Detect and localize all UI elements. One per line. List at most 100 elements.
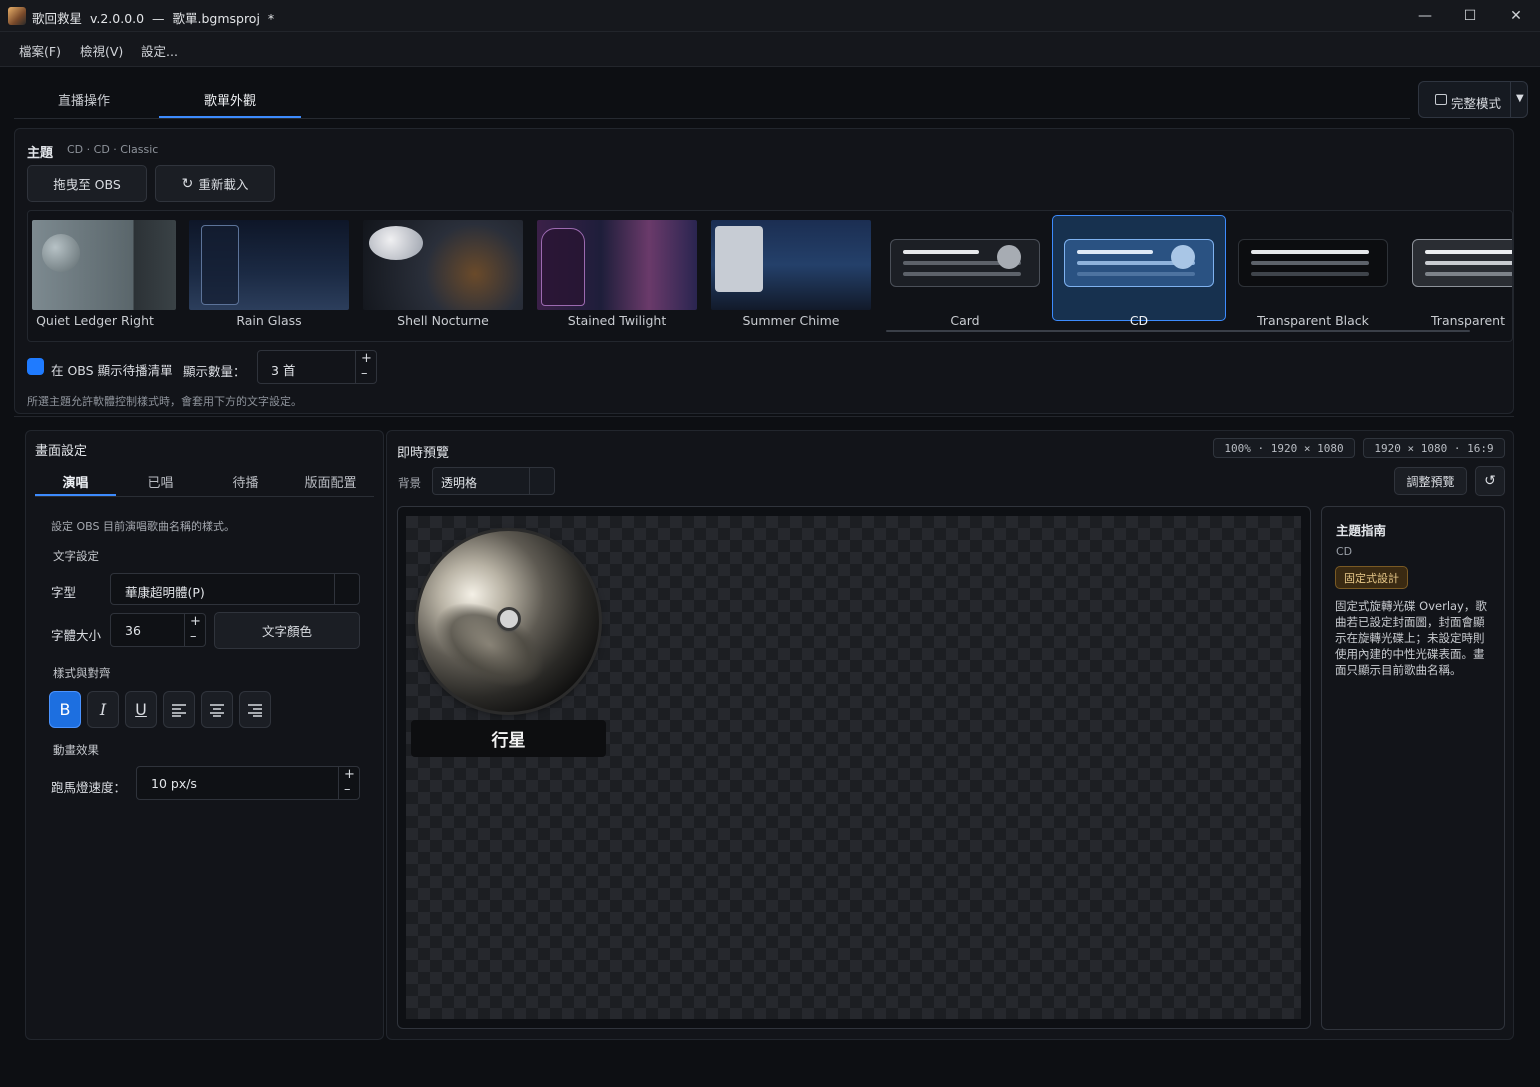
minimize-button[interactable]: — [1402, 0, 1448, 32]
disc-icon [1171, 245, 1195, 269]
active-subtab-indicator [35, 494, 116, 496]
close-icon: ✕ [1510, 8, 1522, 24]
subtab-singing[interactable]: 演唱 [33, 472, 118, 491]
theme-gallery: Quiet Ledger Right Rain Glass Shell Noct… [27, 210, 1513, 342]
drag-to-obs-button[interactable]: 拖曳至 OBS [27, 165, 147, 202]
count-value: 3 首 [271, 363, 296, 378]
tab-playlist-appearance[interactable]: 歌單外觀 [204, 90, 256, 109]
reload-icon: ↻ [181, 175, 194, 192]
marquee-value: 10 px/s [151, 776, 197, 791]
increment-icon[interactable]: + [344, 767, 355, 782]
align-center-icon [210, 703, 224, 717]
theme-name: Transparent W [1431, 313, 1508, 328]
size-label: 字體大小 [51, 628, 102, 643]
decrement-icon[interactable]: – [361, 366, 368, 381]
fixed-design-badge: 固定式設計 [1335, 566, 1408, 589]
theme-name: Stained Twilight [567, 313, 667, 328]
font-value: 華康超明體(P) [125, 585, 205, 600]
font-size-spinbox[interactable]: 36 + – [110, 613, 206, 647]
marquee-speed-spinbox[interactable]: 10 px/s + – [136, 766, 360, 800]
mode-separator [1510, 82, 1511, 117]
text-color-button[interactable]: 文字顏色 [214, 612, 360, 649]
theme-name: Summer Chime [742, 313, 840, 328]
current-song-title: 行星 [491, 731, 526, 751]
chevron-down-icon[interactable]: ▼ [1516, 93, 1524, 104]
shell-art [369, 226, 423, 260]
style-align-heading: 樣式與對齊 [53, 666, 111, 680]
theme-preview-card[interactable] [890, 239, 1040, 287]
reset-icon: ↺ [1484, 473, 1496, 489]
theme-thumb-stained-twilight[interactable] [537, 220, 697, 310]
menu-view[interactable]: 檢視(V) [80, 41, 123, 60]
theme-preview-cd[interactable] [1064, 239, 1214, 287]
playlist-card-art [715, 226, 763, 292]
mode-dropdown-button[interactable]: 完整模式 ▼ [1418, 81, 1528, 118]
menu-bar [0, 32, 1540, 67]
menu-file[interactable]: 檔案(F) [19, 41, 61, 60]
bold-button[interactable]: B [49, 691, 81, 728]
maximize-icon: ☐ [1463, 8, 1477, 24]
queue-count-spinbox[interactable]: 3 首 + – [257, 350, 377, 384]
align-right-button[interactable] [239, 691, 271, 728]
theme-preview-transparent-white[interactable] [1412, 239, 1512, 287]
subtab-sung[interactable]: 已唱 [118, 472, 203, 491]
animation-heading: 動畫效果 [53, 743, 99, 757]
decrement-icon[interactable]: – [344, 782, 351, 797]
close-button[interactable]: ✕ [1493, 0, 1539, 32]
guide-body: 固定式旋轉光碟 Overlay，歌曲若已設定封面圖，封面會顯示在旋轉光碟上；未設… [1335, 599, 1487, 677]
increment-icon[interactable]: + [190, 614, 201, 629]
theme-name: Card [950, 313, 980, 328]
reload-label: 重新載入 [198, 177, 249, 192]
subtab-layout[interactable]: 版面配置 [288, 472, 373, 491]
maximize-button[interactable]: ☐ [1447, 0, 1493, 32]
background-value: 透明格 [441, 476, 478, 490]
zoom-resolution-pill: 100% · 1920 × 1080 [1213, 438, 1355, 458]
background-select[interactable]: 透明格 [432, 467, 555, 495]
theme-name: CD [1129, 313, 1149, 328]
select-separator [334, 574, 335, 604]
align-left-button[interactable] [163, 691, 195, 728]
gallery-scrollbar[interactable] [886, 330, 1470, 332]
marquee-label: 跑馬燈速度： [51, 780, 127, 795]
show-queue-checkbox[interactable] [27, 358, 44, 375]
theme-name: Rain Glass [236, 313, 302, 328]
count-label: 顯示數量： [183, 364, 246, 379]
decrement-icon[interactable]: – [190, 629, 197, 644]
text-color-label: 文字顏色 [261, 624, 312, 639]
adjust-preview-button[interactable]: 調整預覽 [1394, 467, 1467, 495]
show-queue-label: 在 OBS 顯示待播清單 [51, 363, 173, 378]
mode-label: 完整模式 [1451, 96, 1502, 111]
underline-icon: U [135, 700, 147, 719]
theme-thumb-quiet-ledger-right[interactable] [32, 220, 176, 310]
increment-icon[interactable]: + [361, 351, 372, 366]
tabs-divider [14, 118, 1410, 119]
bold-icon: B [59, 700, 71, 719]
drag-to-obs-label: 拖曳至 OBS [53, 177, 121, 192]
font-select[interactable]: 華康超明體(P) [110, 573, 360, 605]
reset-preview-button[interactable]: ↺ [1475, 466, 1505, 496]
theme-thumb-rain-glass[interactable] [189, 220, 349, 310]
reload-button[interactable]: ↻ 重新載入 [155, 165, 275, 202]
menu-settings[interactable]: 設定... [141, 41, 178, 60]
background-label: 背景 [398, 476, 421, 490]
align-right-icon [248, 703, 262, 717]
current-song-bar: 行星 [411, 720, 606, 757]
playlist-card-art [541, 228, 585, 306]
text-settings-heading: 文字設定 [53, 549, 99, 563]
theme-preview-transparent-black[interactable] [1238, 239, 1388, 287]
theme-thumb-summer-chime[interactable] [711, 220, 871, 310]
adjust-preview-label: 調整預覽 [1406, 474, 1455, 489]
italic-button[interactable]: I [87, 691, 119, 728]
app-icon [8, 7, 26, 25]
theme-current: CD · CD · Classic [67, 143, 159, 156]
preview-title: 即時預覽 [397, 446, 450, 461]
theme-thumb-shell-nocturne[interactable] [363, 220, 523, 310]
subtab-queued[interactable]: 待播 [203, 472, 288, 491]
screen-settings-title: 畫面設定 [35, 444, 88, 459]
window-title: 歌回救星 v.2.0.0.0 — 歌單.bgmsproj * [32, 11, 275, 26]
align-center-button[interactable] [201, 691, 233, 728]
underline-button[interactable]: U [125, 691, 157, 728]
tab-live-control[interactable]: 直播操作 [58, 90, 110, 109]
disc-art [42, 234, 80, 272]
spin-separator [355, 351, 356, 383]
